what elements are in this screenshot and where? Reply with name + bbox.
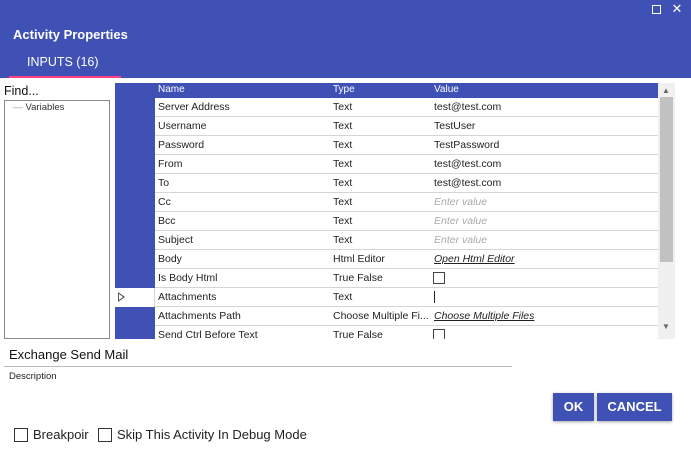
tab-inputs[interactable]: INPUTS (16) bbox=[27, 55, 99, 69]
activity-name-underline bbox=[4, 366, 512, 367]
cell-type: Html Editor bbox=[333, 253, 385, 265]
tab-active-indicator bbox=[9, 76, 121, 78]
tree-connector-icon: — bbox=[13, 102, 23, 113]
cell-type: Text bbox=[333, 234, 353, 246]
tree-item-variables[interactable]: — Variables bbox=[13, 102, 64, 113]
maximize-icon[interactable] bbox=[649, 2, 663, 16]
table-row[interactable]: To Text test@test.com bbox=[115, 174, 658, 193]
dialog-title: Activity Properties bbox=[13, 27, 128, 42]
text-caret[interactable] bbox=[434, 291, 435, 303]
properties-grid[interactable]: Name Type Value Server Address Text test… bbox=[115, 83, 675, 339]
ok-button[interactable]: OK bbox=[553, 393, 594, 421]
cell-type: Text bbox=[333, 139, 353, 151]
cell-type: True False bbox=[333, 272, 383, 284]
table-row[interactable]: Send Ctrl Before Text True False bbox=[115, 326, 658, 339]
cell-name: Attachments bbox=[158, 291, 217, 303]
table-row[interactable]: Attachments Path Choose Multiple Fi... C… bbox=[115, 307, 658, 326]
title-bar: ✕ bbox=[0, 0, 691, 19]
scrollbar-thumb[interactable] bbox=[660, 97, 673, 262]
table-row[interactable]: Cc Text Enter value bbox=[115, 193, 658, 212]
row-selector[interactable] bbox=[115, 155, 155, 174]
cell-type: Choose Multiple Fi... bbox=[333, 310, 429, 322]
cell-value[interactable]: test@test.com bbox=[434, 101, 656, 113]
cell-type: Text bbox=[333, 177, 353, 189]
row-selector[interactable] bbox=[115, 326, 155, 339]
grid-vertical-scrollbar[interactable]: ▲ ▼ bbox=[658, 83, 675, 339]
row-selector[interactable] bbox=[115, 212, 155, 231]
cell-name: Body bbox=[158, 253, 182, 265]
scroll-up-icon[interactable]: ▲ bbox=[662, 86, 670, 95]
cell-value[interactable]: test@test.com bbox=[434, 177, 656, 189]
skip-debug-label[interactable]: Skip This Activity In Debug Mode bbox=[117, 427, 307, 442]
cell-value[interactable]: TestUser bbox=[434, 120, 656, 132]
cell-type: Text bbox=[333, 215, 353, 227]
cell-name: Bcc bbox=[158, 215, 176, 227]
open-html-editor-link[interactable]: Open Html Editor bbox=[434, 253, 656, 265]
cell-type: Text bbox=[333, 120, 353, 132]
row-selector[interactable] bbox=[115, 193, 155, 212]
row-selector[interactable] bbox=[115, 174, 155, 193]
cell-name: Is Body Html bbox=[158, 272, 218, 284]
cell-type: Text bbox=[333, 196, 353, 208]
table-row[interactable]: Body Html Editor Open Html Editor bbox=[115, 250, 658, 269]
row-selector-current[interactable] bbox=[115, 288, 155, 307]
cell-name: Password bbox=[158, 139, 205, 151]
cell-value[interactable]: test@test.com bbox=[434, 158, 656, 170]
current-row-arrow-icon bbox=[118, 292, 125, 302]
row-selector[interactable] bbox=[115, 98, 155, 117]
choose-multiple-files-link[interactable]: Choose Multiple Files bbox=[434, 310, 656, 322]
cell-name: Attachments Path bbox=[158, 310, 241, 322]
table-row[interactable]: Password Text TestPassword bbox=[115, 136, 658, 155]
column-header-value[interactable]: Value bbox=[434, 84, 459, 95]
table-row-current[interactable]: Attachments Text bbox=[115, 288, 658, 307]
close-icon[interactable]: ✕ bbox=[670, 2, 684, 16]
column-header-type[interactable]: Type bbox=[333, 84, 355, 95]
table-row[interactable]: From Text test@test.com bbox=[115, 155, 658, 174]
cell-name: To bbox=[158, 177, 170, 189]
cell-value[interactable]: TestPassword bbox=[434, 139, 656, 151]
variables-tree[interactable]: — Variables bbox=[4, 100, 110, 339]
cell-name: From bbox=[158, 158, 183, 170]
row-selector[interactable] bbox=[115, 307, 155, 326]
cancel-button[interactable]: CANCEL bbox=[597, 393, 672, 421]
table-row[interactable]: Is Body Html True False bbox=[115, 269, 658, 288]
row-selector[interactable] bbox=[115, 136, 155, 155]
cell-value-placeholder[interactable]: Enter value bbox=[434, 215, 656, 227]
skip-debug-checkbox[interactable] bbox=[98, 428, 112, 442]
cell-type: Text bbox=[333, 291, 353, 303]
breakpoint-label[interactable]: Breakpoir bbox=[33, 427, 94, 442]
table-row[interactable]: Subject Text Enter value bbox=[115, 231, 658, 250]
dialog-header: Activity Properties INPUTS (16) bbox=[0, 19, 691, 78]
activity-name-field[interactable]: Exchange Send Mail bbox=[9, 347, 128, 362]
cell-name: Send Ctrl Before Text bbox=[158, 329, 258, 339]
breakpoint-checkbox[interactable] bbox=[14, 428, 28, 442]
send-ctrl-checkbox[interactable] bbox=[433, 329, 445, 339]
cell-type: Text bbox=[333, 101, 353, 113]
is-body-html-checkbox[interactable] bbox=[433, 272, 445, 284]
cell-name: Username bbox=[158, 120, 207, 132]
cell-value-placeholder[interactable]: Enter value bbox=[434, 196, 656, 208]
description-label: Description bbox=[9, 371, 57, 382]
cell-type: True False bbox=[333, 329, 383, 339]
row-selector[interactable] bbox=[115, 250, 155, 269]
cell-name: Server Address bbox=[158, 101, 230, 113]
table-row[interactable]: Bcc Text Enter value bbox=[115, 212, 658, 231]
cell-name: Cc bbox=[158, 196, 171, 208]
cell-name: Subject bbox=[158, 234, 194, 246]
grid-header: Name Type Value bbox=[115, 83, 658, 98]
cell-value-placeholder[interactable]: Enter value bbox=[434, 234, 656, 246]
row-selector[interactable] bbox=[115, 269, 155, 288]
row-selector[interactable] bbox=[115, 231, 155, 250]
row-selector[interactable] bbox=[115, 117, 155, 136]
find-input[interactable]: Find... bbox=[4, 84, 39, 98]
scroll-down-icon[interactable]: ▼ bbox=[662, 322, 670, 331]
cell-type: Text bbox=[333, 158, 353, 170]
column-header-name[interactable]: Name bbox=[158, 84, 185, 95]
table-row[interactable]: Server Address Text test@test.com bbox=[115, 98, 658, 117]
table-row[interactable]: Username Text TestUser bbox=[115, 117, 658, 136]
